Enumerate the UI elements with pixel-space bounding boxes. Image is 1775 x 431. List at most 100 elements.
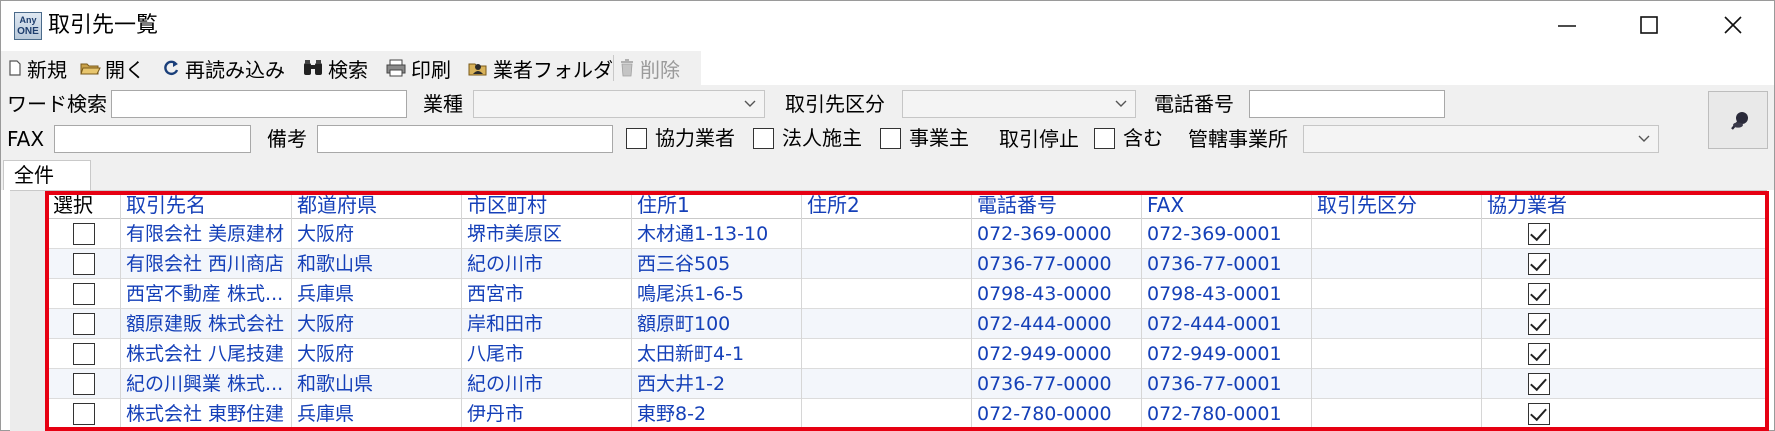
cell-city: 伊丹市	[462, 399, 632, 429]
cell-address2	[802, 279, 972, 309]
table-row[interactable]: 額原建販 株式会社 大阪府 岸和田市 額原町100 072-444-0000 072-44…	[48, 309, 1767, 339]
business-owner-checkbox[interactable]	[880, 128, 901, 149]
pin-button[interactable]	[1708, 91, 1768, 149]
new-button[interactable]: 新規	[7, 55, 67, 82]
cell-city: 紀の川市	[462, 249, 632, 279]
close-icon	[1724, 16, 1742, 34]
word-search-input[interactable]	[111, 90, 407, 118]
vendor-folder-button[interactable]: 業者フォルダ	[467, 55, 613, 82]
title-bar[interactable]: Any ONE 取引先一覧	[1, 1, 1774, 50]
delete-button[interactable]: 削除	[618, 55, 680, 82]
cell-category	[1312, 249, 1482, 279]
partner-flag-checkbox[interactable]	[1528, 313, 1550, 335]
cell-address1: 額原町100	[632, 309, 802, 339]
toolbar: 新規 開く 再読み込み 検索 印刷 業者フォルダ 削除	[1, 51, 701, 85]
cell-fax: 072-369-0001	[1142, 219, 1312, 249]
trash-icon	[621, 59, 633, 77]
row-select-checkbox[interactable]	[73, 283, 95, 305]
client-list-window: Any ONE 取引先一覧 新規 開く 再読み込み 検索 印刷 業者フォルダ 削…	[0, 0, 1775, 431]
cell-partner	[1482, 339, 1767, 369]
partner-flag-checkbox[interactable]	[1528, 283, 1550, 305]
print-button[interactable]: 印刷	[385, 55, 451, 82]
print-label: 印刷	[411, 57, 451, 82]
table-row[interactable]: 株式会社 東野住建 兵庫県 伊丹市 東野8-2 072-780-0000 072-780-…	[48, 399, 1767, 429]
cell-category	[1312, 279, 1482, 309]
reload-button[interactable]: 再読み込み	[161, 55, 285, 82]
memo-input[interactable]	[317, 125, 613, 153]
cell-city: 堺市美原区	[462, 219, 632, 249]
fax-input[interactable]	[54, 125, 251, 153]
partner-flag-checkbox[interactable]	[1528, 223, 1550, 245]
column-header-prefecture[interactable]: 都道府県	[292, 191, 462, 219]
search-button[interactable]: 検索	[302, 55, 368, 82]
cell-select	[48, 279, 121, 309]
column-header-name[interactable]: 取引先名	[121, 191, 292, 219]
table-row[interactable]: 有限会社 西川商店 和歌山県 紀の川市 西三谷505 0736-77-0000 0736-…	[48, 249, 1767, 279]
open-button[interactable]: 開く	[79, 55, 145, 82]
row-select-checkbox[interactable]	[73, 313, 95, 335]
row-select-checkbox[interactable]	[73, 373, 95, 395]
table-row[interactable]: 西宮不動産 株式... 兵庫県 西宮市 鳴尾浜1-6-5 0798-43-0000 079…	[48, 279, 1767, 309]
cell-fax: 072-949-0001	[1142, 339, 1312, 369]
cell-fax: 072-780-0001	[1142, 399, 1312, 429]
maximize-button[interactable]	[1608, 1, 1690, 50]
include-checkbox[interactable]	[1094, 128, 1115, 149]
search-label: 検索	[328, 57, 368, 82]
phone-input[interactable]	[1249, 90, 1445, 118]
cell-name: 株式会社 八尾技建	[121, 339, 292, 369]
row-select-checkbox[interactable]	[73, 343, 95, 365]
row-select-checkbox[interactable]	[73, 223, 95, 245]
corporate-owner-checkbox[interactable]	[753, 128, 774, 149]
cell-partner	[1482, 219, 1767, 249]
cell-prefecture: 和歌山県	[292, 369, 462, 399]
cell-address1: 太田新町4-1	[632, 339, 802, 369]
cell-prefecture: 和歌山県	[292, 249, 462, 279]
column-header-city[interactable]: 市区町村	[462, 191, 632, 219]
close-button[interactable]	[1692, 1, 1774, 50]
column-header-phone[interactable]: 電話番号	[972, 191, 1142, 219]
cell-fax: 0736-77-0001	[1142, 249, 1312, 279]
binoculars-icon	[304, 60, 322, 75]
minimize-button[interactable]	[1526, 1, 1608, 50]
partner-flag-checkbox[interactable]	[1528, 253, 1550, 275]
partner-flag-checkbox[interactable]	[1528, 373, 1550, 395]
cell-phone: 0736-77-0000	[972, 369, 1142, 399]
cell-select	[48, 309, 121, 339]
cell-select	[48, 369, 121, 399]
cell-select	[48, 399, 121, 429]
table-row[interactable]: 有限会社 美原建材 大阪府 堺市美原区 木材通1-13-10 072-369-0000 0…	[48, 219, 1767, 249]
suspended-label: 取引停止	[999, 127, 1079, 151]
office-select[interactable]	[1303, 125, 1659, 153]
minimize-icon	[1558, 25, 1576, 27]
window-title: 取引先一覧	[48, 13, 159, 38]
column-header-address1[interactable]: 住所1	[632, 191, 802, 219]
vendor-folder-icon	[468, 63, 487, 76]
column-header-category[interactable]: 取引先区分	[1312, 191, 1482, 219]
row-select-checkbox[interactable]	[73, 403, 95, 425]
column-header-address2[interactable]: 住所2	[802, 191, 972, 219]
cell-prefecture: 大阪府	[292, 309, 462, 339]
table-row[interactable]: 株式会社 八尾技建 大阪府 八尾市 太田新町4-1 072-949-0000 072-94…	[48, 339, 1767, 369]
partner-checkbox[interactable]	[626, 128, 647, 149]
partner-flag-checkbox[interactable]	[1528, 403, 1550, 425]
office-label: 管轄事業所	[1188, 127, 1288, 151]
column-header-select[interactable]: 選択	[48, 191, 121, 219]
column-header-partner[interactable]: 協力業者	[1482, 191, 1767, 219]
cell-city: 紀の川市	[462, 369, 632, 399]
column-header-fax[interactable]: FAX	[1142, 191, 1312, 219]
cell-name: 有限会社 美原建材	[121, 219, 292, 249]
cell-prefecture: 兵庫県	[292, 279, 462, 309]
maximize-icon	[1640, 16, 1658, 34]
tab-strip: 全件	[1, 158, 1774, 190]
cell-phone: 072-780-0000	[972, 399, 1142, 429]
cell-name: 有限会社 西川商店	[121, 249, 292, 279]
chevron-down-icon	[1115, 100, 1127, 107]
industry-select[interactable]	[473, 90, 765, 118]
vendor-folder-label: 業者フォルダ	[493, 57, 613, 82]
partner-flag-checkbox[interactable]	[1528, 343, 1550, 365]
tab-all[interactable]: 全件	[3, 160, 91, 190]
row-select-checkbox[interactable]	[73, 253, 95, 275]
cell-phone: 0798-43-0000	[972, 279, 1142, 309]
table-row[interactable]: 紀の川興業 株式... 和歌山県 紀の川市 西大井1-2 0736-77-0000 073…	[48, 369, 1767, 399]
client-category-select[interactable]	[902, 90, 1136, 118]
